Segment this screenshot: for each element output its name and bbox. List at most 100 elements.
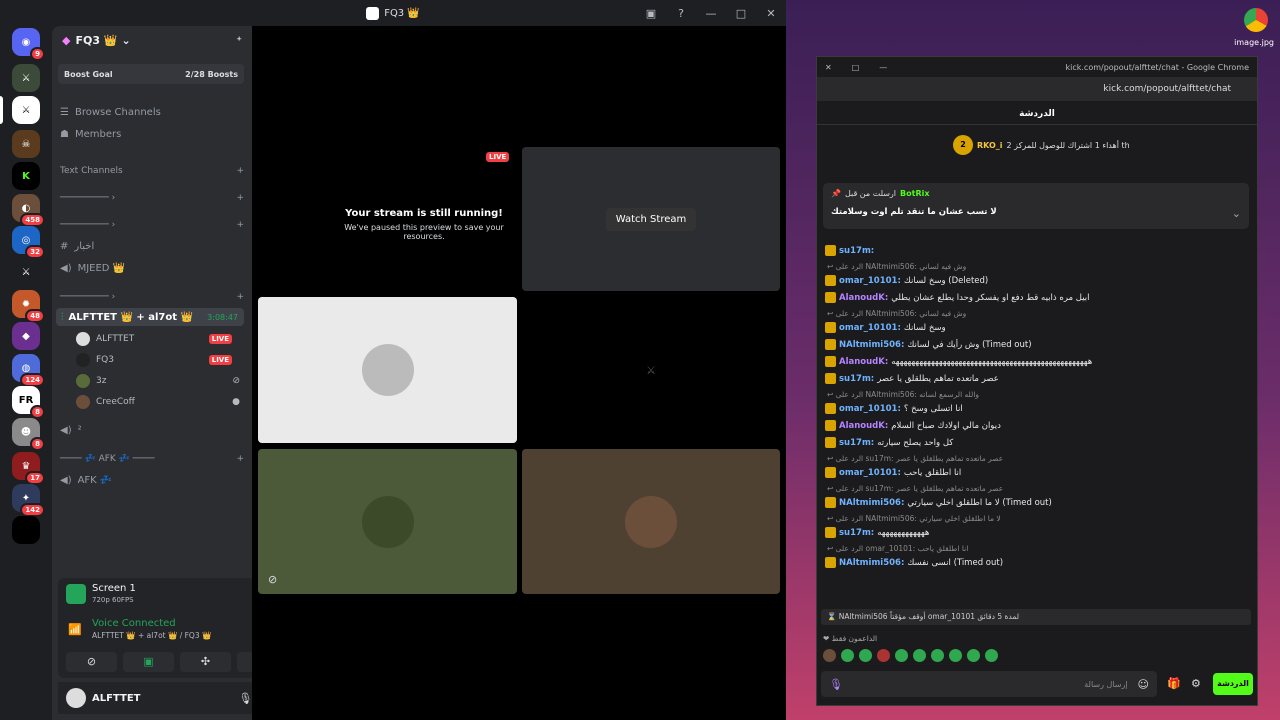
server-icon[interactable]: ⚔ — [12, 258, 40, 286]
minimize-button[interactable]: — — [879, 63, 887, 72]
plus-icon[interactable]: + — [236, 193, 244, 203]
server-icon[interactable]: ⚔ — [12, 64, 40, 92]
channel-item[interactable]: ◀) MJEED 👑 — [60, 260, 244, 276]
chat-message[interactable]: NAltmimi506: لا ما اطلقلق اخلي سيارتي (Ti… — [825, 497, 1255, 508]
chat-message[interactable]: su17m: ههههههههههههه — [825, 527, 1255, 538]
chat-message[interactable]: su17m: — [825, 245, 1255, 256]
top-gifter-name[interactable]: RKO_i — [977, 141, 1003, 150]
minimize-button[interactable]: — — [696, 7, 726, 20]
maximize-button[interactable]: □ — [852, 63, 860, 72]
send-chat-button[interactable]: الدردشة — [1213, 673, 1253, 695]
category[interactable]: ───────── › + — [60, 220, 244, 230]
plus-icon[interactable]: + — [236, 454, 244, 464]
discord-home-icon[interactable]: ◉ 9 — [12, 28, 45, 61]
inbox-icon[interactable]: ▣ — [636, 7, 666, 20]
emote-icon[interactable] — [949, 649, 962, 662]
voice-channel-active[interactable]: ⫶ ALFTTET 👑 + al7ot 👑 3:08:47 — [56, 308, 244, 326]
user-name[interactable]: ALFTTET — [92, 693, 140, 704]
chat-username[interactable]: su17m: — [839, 374, 874, 384]
emote-icon[interactable] — [985, 649, 998, 662]
chat-message[interactable]: AlanoudK: ديوان مالي اولادك صباح السلام — [825, 420, 1255, 431]
voice-user[interactable]: 3z ⊘ — [76, 371, 244, 391]
chat-username[interactable]: NAltmimi506: — [839, 498, 904, 508]
emote-icon[interactable] — [913, 649, 926, 662]
chat-username[interactable]: AlanoudK: — [839, 357, 888, 367]
emote-icon[interactable] — [859, 649, 872, 662]
mic-icon[interactable]: 🎙 — [238, 692, 252, 705]
voice-user[interactable]: FQ3 LIVE — [76, 350, 244, 370]
help-icon[interactable]: ? — [666, 7, 696, 20]
chat-username[interactable]: omar_10101: — [839, 404, 901, 414]
category[interactable]: ───────── › + — [60, 292, 244, 302]
chat-username[interactable]: su17m: — [839, 438, 874, 448]
emote-icon[interactable] — [931, 649, 944, 662]
kick-server-icon[interactable]: K — [12, 162, 40, 190]
emoji-icon[interactable]: ☺ — [1138, 678, 1149, 691]
camera-off-button[interactable]: ⊘ — [66, 652, 117, 672]
chat-input-box[interactable]: 🎙 إرسال رسالة ☺ — [821, 671, 1157, 697]
server-icon[interactable]: ♛ 17 — [12, 452, 45, 485]
server-icon[interactable]: ◍ 124 — [12, 354, 45, 387]
pinned-message[interactable]: 📌 ارسلت من قبل BotRix لا تسب عشان ما تنق… — [823, 183, 1249, 229]
participant-tile[interactable]: ⊘ — [258, 449, 517, 594]
server-icon[interactable]: ✦ 142 — [12, 484, 45, 517]
close-button[interactable]: ✕ — [756, 7, 786, 20]
emote-icon[interactable] — [841, 649, 854, 662]
category-afk[interactable]: ──── 💤 AFK 💤 ──── + — [60, 454, 244, 464]
participant-tile[interactable]: ⚔ — [522, 297, 780, 443]
chat-message[interactable]: su17m: عصر ماتعده تماهم يطلقلق يا عصر — [825, 373, 1255, 384]
chat-message[interactable]: omar_10101: وسخ لسانك — [825, 322, 1255, 333]
server-icon[interactable]: ◎ 32 — [12, 226, 45, 259]
chat-username[interactable]: AlanoudK: — [839, 421, 888, 431]
voice-user[interactable]: CreeCoff ● — [76, 392, 244, 412]
chat-message[interactable]: omar_10101: انا اتسلى وسخ ؟ — [825, 403, 1255, 414]
close-button[interactable]: ✕ — [825, 63, 832, 72]
chat-username[interactable]: su17m: — [839, 246, 874, 256]
emote-icon[interactable] — [967, 649, 980, 662]
chevron-down-icon[interactable]: ⌄ — [1232, 207, 1241, 220]
maximize-button[interactable]: □ — [726, 7, 756, 20]
channel-afk[interactable]: ◀) AFK 💤 — [60, 472, 244, 488]
emote-icon[interactable] — [877, 649, 890, 662]
server-icon[interactable]: ☠ — [12, 130, 40, 158]
url-bar[interactable]: kick.com/popout/alfttet/chat — [1103, 84, 1231, 94]
server-icon[interactable]: ✹ 48 — [12, 290, 45, 323]
members-item[interactable]: ☗ Members — [60, 126, 244, 142]
server-icon[interactable] — [12, 516, 40, 544]
chrome-file-icon[interactable] — [1244, 8, 1268, 32]
share-screen-button[interactable]: ▣ — [123, 652, 174, 672]
chat-message[interactable]: su17m: كل واحد يصلح سيارته — [825, 437, 1255, 448]
invite-icon[interactable]: ⁺ — [236, 34, 242, 47]
voice-user[interactable]: ALFTTET LIVE — [76, 329, 244, 349]
emote-icon[interactable] — [823, 649, 836, 662]
chat-username[interactable]: su17m: — [839, 528, 874, 538]
server-icon[interactable]: FR 8 — [12, 386, 45, 419]
channel-item[interactable]: # اخبار — [60, 238, 244, 254]
participant-tile[interactable] — [258, 297, 517, 443]
server-icon[interactable]: ◆ — [12, 322, 40, 350]
category[interactable]: ───────── › + — [60, 193, 244, 203]
chat-message[interactable]: NAltmimi506: وش رأيك في لسانك (Timed out) — [825, 339, 1255, 350]
plus-icon[interactable]: + — [236, 166, 244, 176]
gift-icon[interactable]: 🎁 — [1167, 677, 1181, 690]
category-text-channels[interactable]: Text Channels + — [60, 166, 244, 176]
chat-username[interactable]: AlanoudK: — [839, 293, 888, 303]
emote-icon[interactable] — [895, 649, 908, 662]
watch-stream-button[interactable]: Watch Stream — [605, 207, 697, 231]
plus-icon[interactable]: + — [236, 220, 244, 230]
chat-message[interactable]: NAltmimi506: انسى نفسك (Timed out) — [825, 557, 1255, 568]
chat-username[interactable]: omar_10101: — [839, 468, 901, 478]
channel-item[interactable]: ◀) ² — [60, 422, 244, 438]
chat-username[interactable]: omar_10101: — [839, 323, 901, 333]
browse-channels[interactable]: ☰ Browse Channels — [60, 104, 244, 120]
server-header[interactable]: ◆ FQ3 👑 ⌄ ⁺ — [52, 26, 252, 54]
user-avatar[interactable] — [66, 688, 86, 708]
chat-username[interactable]: omar_10101: — [839, 276, 901, 286]
stream-preview-tile[interactable]: Watch Stream — [522, 147, 780, 291]
participant-tile[interactable] — [522, 449, 780, 594]
server-fq3-icon[interactable]: ⚔ — [12, 96, 40, 124]
plus-icon[interactable]: + — [236, 292, 244, 302]
chat-message[interactable]: omar_10101: وسخ لسانك (Deleted) — [825, 275, 1255, 286]
server-icon[interactable]: ◐ 458 — [12, 194, 45, 227]
boost-goal-bar[interactable]: Boost Goal 2/28 Boosts — [58, 64, 244, 84]
